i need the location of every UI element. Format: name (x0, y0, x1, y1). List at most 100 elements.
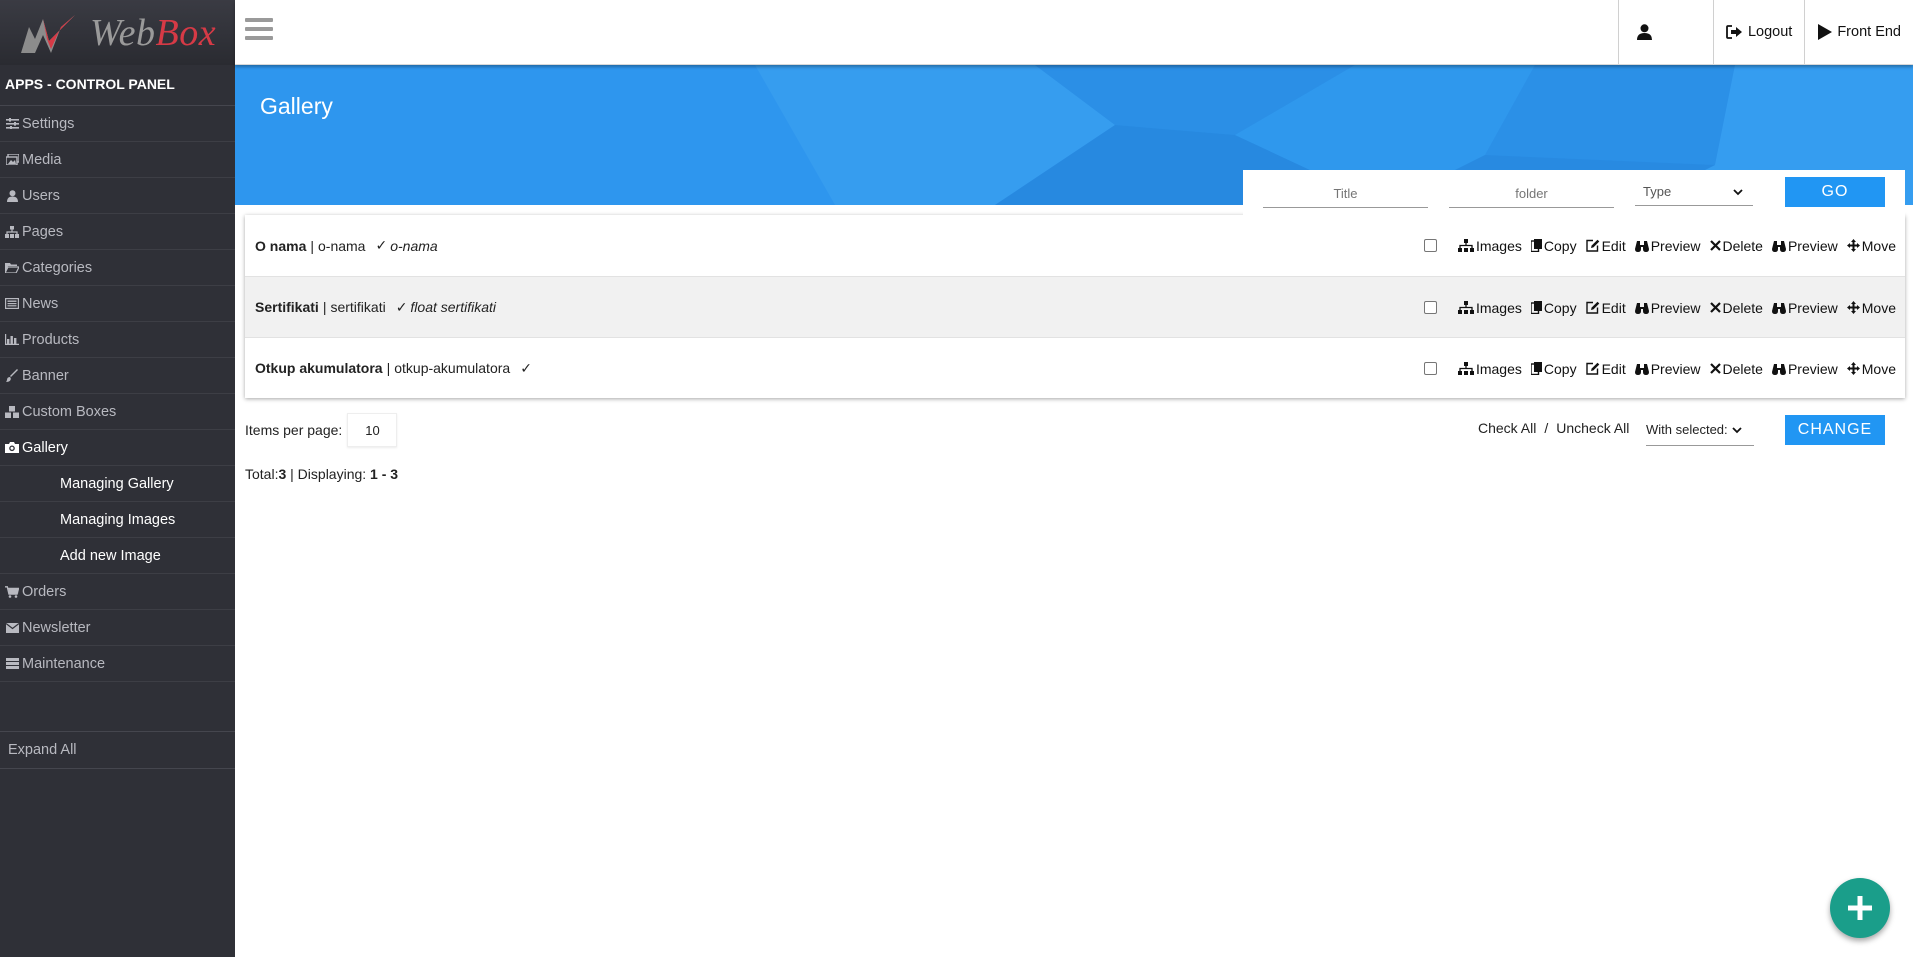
move-button[interactable]: Move (1846, 300, 1896, 316)
sidebar-item-pages[interactable]: Pages (0, 214, 235, 250)
copy-button[interactable]: Copy (1530, 360, 1577, 377)
images-label: Images (1475, 237, 1522, 254)
items-per-page-input[interactable]: 10 (347, 413, 398, 447)
delete-label: Delete (1722, 360, 1763, 377)
gallery-list: O nama | o-nama ✓ o-nama Images Copy Edit P… (245, 215, 1905, 398)
gallery-name: O nama (255, 237, 307, 254)
images-icon (5, 153, 19, 167)
sidebar-item-custom-boxes[interactable]: Custom Boxes (0, 394, 235, 430)
edit-button[interactable]: Edit (1585, 299, 1626, 316)
sidebar-item-products[interactable]: Products (0, 322, 235, 358)
chart-icon (5, 333, 19, 347)
camera-icon (5, 441, 19, 455)
edit-label: Edit (1601, 299, 1626, 316)
edit-icon (1585, 239, 1599, 252)
sidebar-item-news[interactable]: News (0, 286, 235, 322)
delete-button[interactable]: Delete (1709, 238, 1763, 254)
separator: / (1544, 420, 1549, 436)
items-per-page: Items per page: 10 (245, 413, 398, 447)
preview-label: Preview (1787, 237, 1838, 254)
arrows-move-icon (1846, 301, 1860, 314)
active-check: ✓ (375, 237, 388, 253)
logout-button[interactable]: Logout (1712, 0, 1804, 64)
move-button[interactable]: Move (1846, 238, 1896, 254)
copy-button[interactable]: Copy (1530, 238, 1577, 254)
images-label: Images (1475, 299, 1522, 316)
delete-button[interactable]: Delete (1709, 300, 1763, 316)
delete-button[interactable]: Delete (1709, 360, 1763, 377)
images-button[interactable]: Images (1457, 299, 1522, 316)
logout-label: Logout (1747, 24, 1793, 40)
preview-alt-button[interactable]: Preview (1771, 237, 1838, 254)
preview-button[interactable]: Preview (1634, 300, 1701, 316)
envelope-icon (5, 621, 19, 635)
sidebar-item-label: Maintenance (22, 655, 106, 672)
edit-button[interactable]: Edit (1585, 361, 1626, 377)
sidebar-subitem-add-new-image[interactable]: Add new Image (0, 538, 235, 574)
sidebar-item-label: Gallery (22, 439, 68, 456)
totals-text: Total:3 | Displaying: 1 - 3 (245, 466, 398, 482)
sidebar-item-label: Media (22, 151, 62, 168)
sidebar-item-users[interactable]: Users (0, 178, 235, 214)
preview-label: Preview (1787, 299, 1838, 316)
preview-alt-button[interactable]: Preview (1771, 360, 1838, 377)
chevron-down-icon (1732, 418, 1742, 442)
sidebar-item-maintenance[interactable]: Maintenance (0, 646, 235, 682)
sidebar-item-media[interactable]: Media (0, 142, 235, 178)
binoculars-icon (1634, 302, 1649, 314)
preview-button[interactable]: Preview (1634, 238, 1701, 254)
type-select[interactable]: Type (1635, 178, 1753, 206)
sidebar-item-orders[interactable]: Orders (0, 574, 235, 610)
sidebar-item-settings[interactable]: Settings (0, 106, 235, 142)
binoculars-icon (1771, 240, 1786, 252)
preview-alt-button[interactable]: Preview (1771, 299, 1838, 316)
user-icon (5, 189, 19, 203)
sidebar-subitem-managing-images[interactable]: Managing Images (0, 502, 235, 538)
with-selected-select[interactable]: With selected: (1646, 418, 1754, 446)
sidebar-item-banner[interactable]: Banner (0, 358, 235, 394)
copy-label: Copy (1543, 360, 1577, 377)
arrows-move-icon (1846, 362, 1860, 375)
gallery-slug: o-nama (318, 237, 366, 254)
title-filter-input[interactable] (1263, 180, 1428, 208)
sidebar-item-gallery[interactable]: Gallery (0, 430, 235, 466)
webbox-logo-mark (21, 14, 75, 53)
sidebar-item-newsletter[interactable]: Newsletter (0, 610, 235, 646)
move-button[interactable]: Move (1846, 360, 1896, 377)
user-menu-button[interactable] (1617, 0, 1713, 64)
uncheck-all-link[interactable]: Uncheck All (1556, 420, 1629, 436)
preview-button[interactable]: Preview (1634, 361, 1701, 377)
sidebar-item-label: Custom Boxes (22, 403, 117, 420)
images-button[interactable]: Images (1457, 361, 1522, 377)
sidebar-subitem-managing-gallery[interactable]: Managing Gallery (0, 466, 235, 502)
move-label: Move (1861, 360, 1896, 377)
edit-button[interactable]: Edit (1585, 238, 1626, 254)
topbar-actions: Logout Front End (1617, 0, 1913, 64)
row-checkbox[interactable] (1423, 301, 1437, 314)
sliders-icon (5, 117, 19, 131)
panel-title: APPS - CONTROL PANEL (0, 65, 235, 106)
newspaper-icon (5, 297, 19, 311)
row-checkbox[interactable] (1423, 362, 1437, 375)
expand-all-link[interactable]: Expand All (0, 731, 235, 769)
row-actions: Images Copy Edit Preview Delete Preview … (1423, 338, 1896, 399)
sidebar-item-categories[interactable]: Categories (0, 250, 235, 286)
logo[interactable]: WebBox (0, 0, 235, 65)
check-all-link[interactable]: Check All (1478, 420, 1536, 436)
images-button[interactable]: Images (1457, 237, 1522, 254)
change-button[interactable]: CHANGE (1785, 415, 1885, 445)
close-icon (1709, 240, 1721, 251)
add-button[interactable] (1830, 878, 1890, 938)
chevron-down-icon (1733, 178, 1743, 206)
sidebar-item-label: Categories (22, 259, 93, 276)
folder-filter-input[interactable] (1449, 180, 1614, 208)
total-label: Total: (245, 466, 279, 482)
row-checkbox[interactable] (1423, 239, 1437, 252)
go-button[interactable]: GO (1785, 177, 1885, 207)
gallery-slug: otkup-akumulatora (394, 360, 511, 376)
sidebar: WebBox APPS - CONTROL PANEL Settings Med… (0, 0, 235, 957)
hamburger-menu-icon[interactable] (245, 18, 273, 44)
front-end-button[interactable]: Front End (1804, 0, 1913, 64)
preview-label: Preview (1787, 360, 1838, 377)
copy-button[interactable]: Copy (1530, 300, 1577, 316)
